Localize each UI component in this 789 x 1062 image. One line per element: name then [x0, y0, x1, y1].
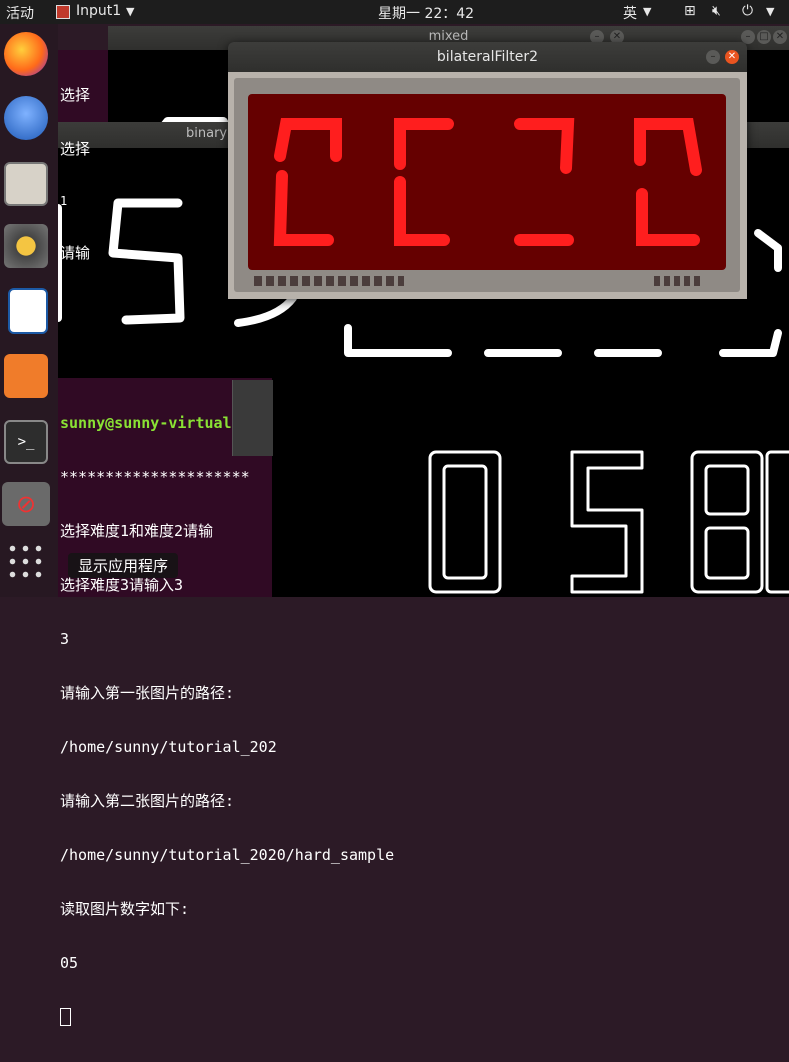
bilateral-close-icon[interactable]: ✕ — [725, 50, 739, 64]
show-apps-icon[interactable] — [6, 542, 46, 582]
power-icon[interactable]: ⏻ — [742, 3, 753, 19]
input-method-button[interactable]: 英 — [623, 3, 637, 23]
blocked-icon[interactable]: ⊘ — [2, 482, 50, 526]
terminal-preview-strip — [232, 380, 273, 456]
writer-icon[interactable] — [8, 288, 48, 334]
software-icon[interactable] — [4, 354, 48, 398]
dock: >_ ⊘ — [0, 24, 58, 597]
activities-button[interactable]: 活动 — [6, 3, 34, 23]
files-icon[interactable] — [4, 162, 48, 206]
clock[interactable]: 星期一 22：42 — [378, 3, 474, 23]
thunderbird-icon[interactable] — [4, 96, 48, 140]
tooltip-text: 显示应用程序 — [78, 557, 169, 575]
binary-title: binary — [186, 126, 228, 141]
terminal-line: 读取图片数字如下: — [60, 900, 190, 918]
app-menu-chevron-down-icon[interactable]: ▼ — [126, 5, 134, 18]
terminal-prompt: sunny@sunny-virtual — [60, 414, 232, 432]
top-panel: 活动 Input1 ▼ 星期一 22：42 英 ▼ ⊞ 🔇︎ ⏻ ▼ — [0, 0, 789, 24]
terminal-line: 请输入第一张图片的路径: — [60, 684, 235, 702]
terminal-icon[interactable]: >_ — [4, 420, 48, 464]
app-menu-button[interactable]: Input1 — [76, 3, 121, 19]
mixed2-close-icon[interactable]: ✕ — [773, 30, 787, 44]
terminal-line: 05 — [60, 954, 79, 972]
input-method-chevron-down-icon[interactable]: ▼ — [643, 5, 651, 18]
terminal-line: 选择难度3请输入3 — [60, 576, 184, 594]
led-display-image — [228, 72, 747, 299]
bg-terminal-line: 请输 — [60, 244, 91, 262]
firefox-icon[interactable] — [4, 32, 48, 76]
system-menu-chevron-down-icon[interactable]: ▼ — [766, 5, 774, 18]
network-icon[interactable]: ⊞ — [684, 3, 696, 19]
terminal-line: 3 — [60, 630, 70, 648]
terminal-line: ********************* — [60, 468, 250, 486]
background-terminal: 选择 选择 1 请输 — [58, 50, 108, 262]
rhythmbox-icon[interactable] — [4, 224, 48, 268]
terminal-line: /home/sunny/tutorial_202 — [60, 738, 277, 756]
device-label-strip-right — [654, 276, 704, 286]
bilateral-titlebar[interactable]: bilateralFilter2 – ✕ — [228, 42, 747, 72]
terminal-line: 选择难度1和难度2请输 — [60, 522, 214, 540]
led-panel — [248, 94, 726, 270]
app-menu-icon[interactable] — [56, 5, 70, 19]
bg-terminal-line: 1 — [60, 194, 68, 208]
terminal-line: /home/sunny/tutorial_2020/hard_sample — [60, 846, 395, 864]
mixed2-maximize-icon[interactable]: □ — [757, 30, 771, 44]
terminal-cursor — [60, 1008, 71, 1026]
bilateral-title: bilateralFilter2 — [436, 49, 539, 65]
bg-terminal-line: 选择 — [60, 140, 91, 158]
led-digits — [273, 118, 702, 246]
bilateral-window[interactable]: bilateralFilter2 – ✕ — [228, 42, 747, 299]
show-apps-tooltip: 显示应用程序 — [68, 553, 179, 578]
volume-mute-icon[interactable]: 🔇︎ — [712, 3, 721, 19]
bg-terminal-line: 选择 — [60, 86, 91, 104]
bilateral-minimize-icon[interactable]: – — [706, 50, 720, 64]
device-label-strip — [254, 276, 404, 286]
terminal-line: 请输入第二张图片的路径: — [60, 792, 235, 810]
